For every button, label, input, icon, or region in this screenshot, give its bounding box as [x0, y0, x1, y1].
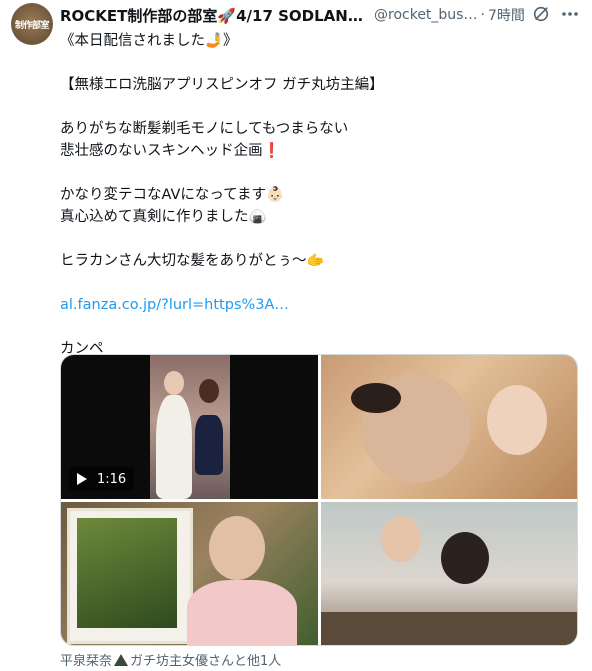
tagged-rest: ガチ坊主女優さんと他1人 — [130, 654, 282, 669]
tweet-link[interactable]: al.fanza.co.jp/?lurl=https%3A… — [60, 294, 570, 316]
timestamp[interactable]: 7時間 — [488, 5, 525, 25]
photo-tile[interactable] — [321, 502, 577, 645]
tweet-line: 真心込めて真剣に作りました🍙 — [60, 209, 267, 225]
tweet-header: ROCKET制作部の部室🚀4/17 SODLANDリ… @rocket_bus…… — [60, 4, 578, 26]
handle[interactable]: @rocket_bus… — [374, 7, 477, 23]
video-duration-badge: 1:16 — [69, 467, 135, 491]
media-grid: 1:16 — [60, 354, 578, 646]
photo-tile[interactable] — [61, 502, 318, 645]
tweet-line: 悲壮感のないスキンヘッド企画❗ — [60, 143, 281, 159]
tagged-users[interactable]: 平泉栞奈 ガチ坊主女優さんと他1人 — [60, 650, 281, 669]
photo-tile[interactable] — [321, 355, 577, 499]
avatar-text: 制作部室 — [14, 20, 50, 31]
grok-icon[interactable] — [532, 5, 550, 23]
tagged-first: 平泉栞奈 — [60, 654, 113, 669]
tweet-line: かなり変テコなAVになってます👶🏻 — [60, 187, 285, 203]
separator-dot: · — [480, 7, 485, 23]
display-name[interactable]: ROCKET制作部の部室🚀4/17 SODLANDリ… — [60, 5, 368, 26]
video-tile[interactable]: 1:16 — [61, 355, 318, 499]
tweet-text: 《本日配信されました🤳》 【無様エロ洗脳アプリスピンオフ ガチ丸坊主編】 ありが… — [60, 30, 570, 360]
play-icon — [77, 473, 87, 485]
tweet-line: ありがちな断髪剃毛モノにしてもつまらない — [60, 121, 349, 137]
tweet-line: 《本日配信されました🤳》 — [60, 33, 238, 49]
video-duration: 1:16 — [97, 471, 127, 487]
more-icon[interactable] — [560, 6, 580, 22]
tweet-line: 【無様エロ洗脳アプリスピンオフ ガチ丸坊主編】 — [60, 77, 384, 93]
tweet-line: ヒラカンさん大切な髪をありがとぅ〜🫱 — [60, 253, 325, 269]
triangle-icon — [114, 653, 129, 666]
avatar[interactable]: 制作部室 — [11, 3, 53, 45]
